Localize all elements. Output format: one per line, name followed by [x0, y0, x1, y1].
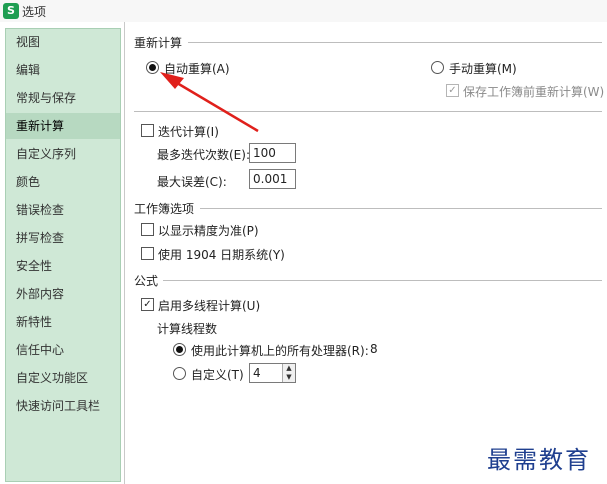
watermark-logo: 最需教育 — [487, 446, 591, 474]
annotation-arrow-icon — [160, 72, 259, 133]
